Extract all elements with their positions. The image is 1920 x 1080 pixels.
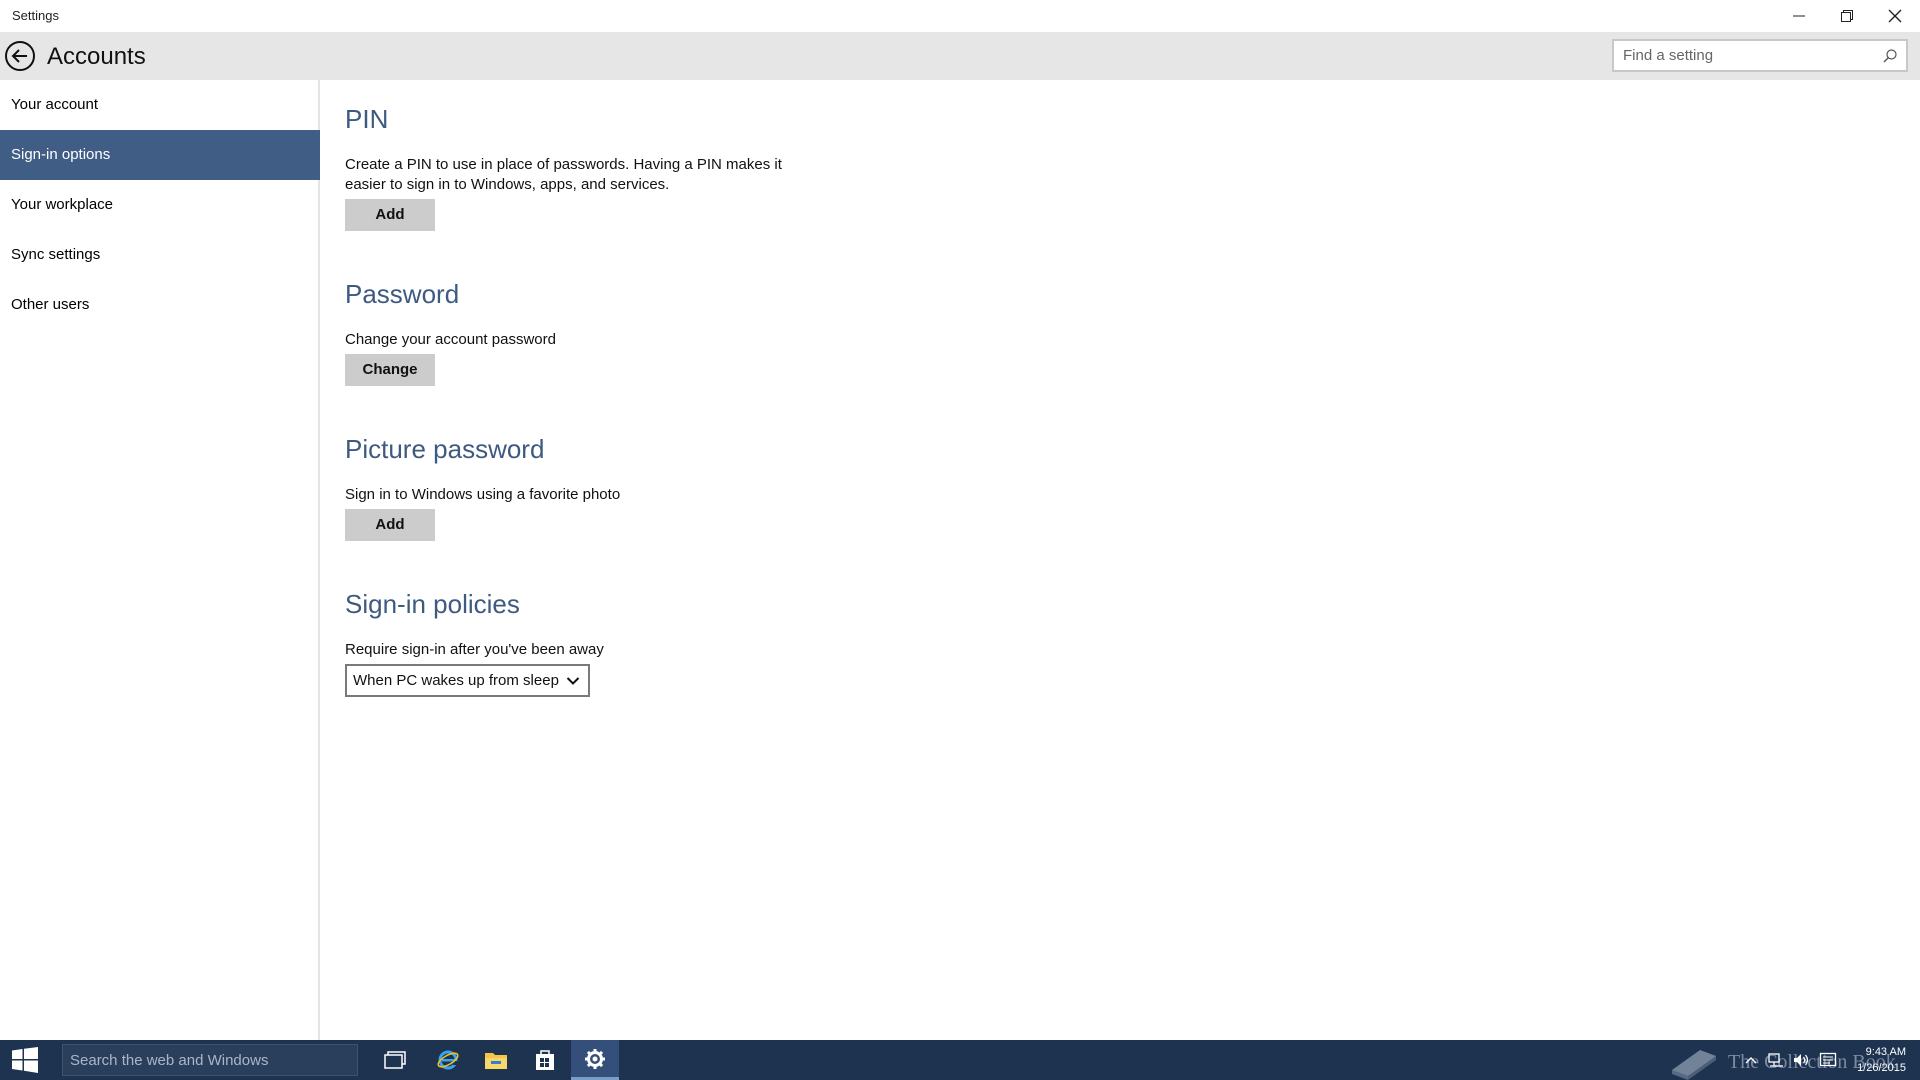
back-arrow-icon	[5, 41, 35, 71]
gear-icon	[585, 1048, 605, 1069]
picture-password-section-title: Picture password	[345, 434, 545, 464]
picture-password-description: Sign in to Windows using a favorite phot…	[345, 486, 621, 503]
back-button[interactable]	[4, 40, 36, 72]
taskbar-search-input[interactable]	[63, 1045, 357, 1075]
action-center-button[interactable]	[1815, 1040, 1841, 1080]
task-view-button[interactable]	[371, 1040, 419, 1080]
settings-app-button[interactable]	[571, 1040, 619, 1080]
sidebar: Your account Sign-in options Your workpl…	[0, 80, 320, 1040]
search-input[interactable]	[1614, 41, 1874, 70]
file-explorer-button[interactable]	[472, 1040, 520, 1080]
pin-add-button[interactable]: Add	[345, 199, 435, 231]
sidebar-item-sync-settings[interactable]: Sync settings	[0, 230, 320, 280]
book-logo-icon	[1672, 1050, 1716, 1080]
chevron-up-icon	[1745, 1057, 1757, 1064]
window-title: Settings	[12, 8, 59, 23]
pin-section-title: PIN	[345, 104, 389, 134]
folder-icon	[485, 1053, 507, 1069]
close-icon	[1888, 9, 1902, 23]
restore-icon	[1841, 10, 1853, 22]
minimize-button[interactable]	[1775, 0, 1823, 32]
network-icon	[1768, 1053, 1783, 1067]
store-button[interactable]	[521, 1040, 569, 1080]
windows-logo-icon	[12, 1047, 38, 1073]
taskbar: The Collection Book 9:43 AM 1/26/2015	[0, 1040, 1920, 1080]
find-setting-search[interactable]	[1612, 39, 1908, 72]
pin-description: Create a PIN to use in place of password…	[345, 156, 782, 193]
volume-button[interactable]	[1789, 1040, 1813, 1080]
notification-icon	[1819, 1052, 1837, 1067]
sidebar-item-your-account[interactable]: Your account	[0, 80, 320, 130]
main-content: PIN Create a PIN to use in place of pass…	[345, 80, 1905, 1040]
password-change-button[interactable]: Change	[345, 354, 435, 386]
dropdown-selected-value: When PC wakes up from sleep	[353, 672, 559, 689]
restore-button[interactable]	[1823, 0, 1871, 32]
signin-policies-section-title: Sign-in policies	[345, 589, 520, 619]
internet-explorer-button[interactable]	[424, 1040, 472, 1080]
taskbar-search-box[interactable]	[62, 1044, 358, 1076]
settings-header: Accounts	[0, 32, 1920, 80]
clock[interactable]: 9:43 AM 1/26/2015	[1846, 1044, 1906, 1076]
internet-explorer-icon	[437, 1050, 459, 1070]
sidebar-item-your-workplace[interactable]: Your workplace	[0, 180, 320, 230]
clock-date: 1/26/2015	[1857, 1062, 1906, 1074]
task-view-icon	[384, 1051, 406, 1069]
speaker-icon	[1794, 1054, 1809, 1066]
start-button[interactable]	[0, 1040, 50, 1080]
require-signin-dropdown[interactable]: When PC wakes up from sleep	[345, 664, 590, 697]
password-section-title: Password	[345, 279, 460, 309]
picture-password-add-button[interactable]: Add	[345, 509, 435, 541]
sidebar-item-sign-in-options[interactable]: Sign-in options	[0, 130, 320, 180]
page-title: Accounts	[47, 43, 146, 70]
close-button[interactable]	[1871, 0, 1919, 32]
title-bar: Settings	[0, 0, 1920, 32]
sidebar-item-other-users[interactable]: Other users	[0, 280, 320, 330]
store-icon	[536, 1050, 554, 1070]
minimize-icon	[1793, 15, 1805, 17]
password-description: Change your account password	[345, 331, 556, 348]
search-icon[interactable]	[1882, 48, 1898, 64]
network-button[interactable]	[1764, 1040, 1788, 1080]
clock-time: 9:43 AM	[1865, 1046, 1906, 1058]
show-hidden-icons-button[interactable]	[1740, 1040, 1762, 1080]
signin-policies-description: Require sign-in after you've been away	[345, 641, 604, 658]
chevron-down-icon	[566, 677, 580, 685]
